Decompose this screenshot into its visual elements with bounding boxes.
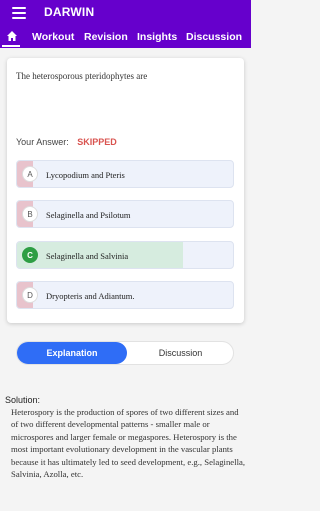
option-c[interactable]: C Selaginella and Salvinia — [16, 241, 234, 269]
tab-discussion[interactable]: Discussion — [186, 31, 242, 43]
question-text: The heterosporous pteridophytes are — [16, 71, 148, 81]
option-a[interactable]: A Lycopodium and Pteris — [16, 160, 234, 188]
explanation-tab[interactable]: Explanation — [17, 342, 127, 364]
option-b[interactable]: B Selaginella and Psilotum — [16, 200, 234, 228]
app-header: DARWIN Workout Revision Insights Discuss… — [0, 0, 251, 48]
option-text: Selaginella and Psilotum — [46, 210, 131, 220]
your-answer-row: Your Answer: SKIPPED — [16, 137, 117, 147]
tab-insights[interactable]: Insights — [137, 31, 177, 43]
app-title: DARWIN — [44, 5, 95, 19]
option-d[interactable]: D Dryopteris and Adiantum. — [16, 281, 234, 309]
tab-workout[interactable]: Workout — [32, 31, 74, 43]
home-icon[interactable] — [6, 30, 18, 42]
discussion-tab[interactable]: Discussion — [127, 342, 234, 364]
option-text: Dryopteris and Adiantum. — [46, 291, 135, 301]
explanation-discussion-toggle: Explanation Discussion — [16, 341, 234, 365]
your-answer-label: Your Answer: — [16, 137, 69, 147]
option-letter: C — [22, 247, 38, 263]
menu-icon[interactable] — [12, 7, 26, 19]
option-letter: B — [22, 206, 38, 222]
solution-heading: Solution: — [5, 395, 41, 405]
your-answer-status: SKIPPED — [77, 137, 117, 147]
option-letter: D — [22, 287, 38, 303]
option-text: Selaginella and Salvinia — [46, 251, 129, 261]
solution-text: Heterospory is the production of spores … — [11, 407, 246, 480]
tab-revision[interactable]: Revision — [84, 31, 128, 43]
option-text: Lycopodium and Pteris — [46, 170, 125, 180]
option-letter: A — [22, 166, 38, 182]
active-tab-indicator — [2, 45, 20, 47]
